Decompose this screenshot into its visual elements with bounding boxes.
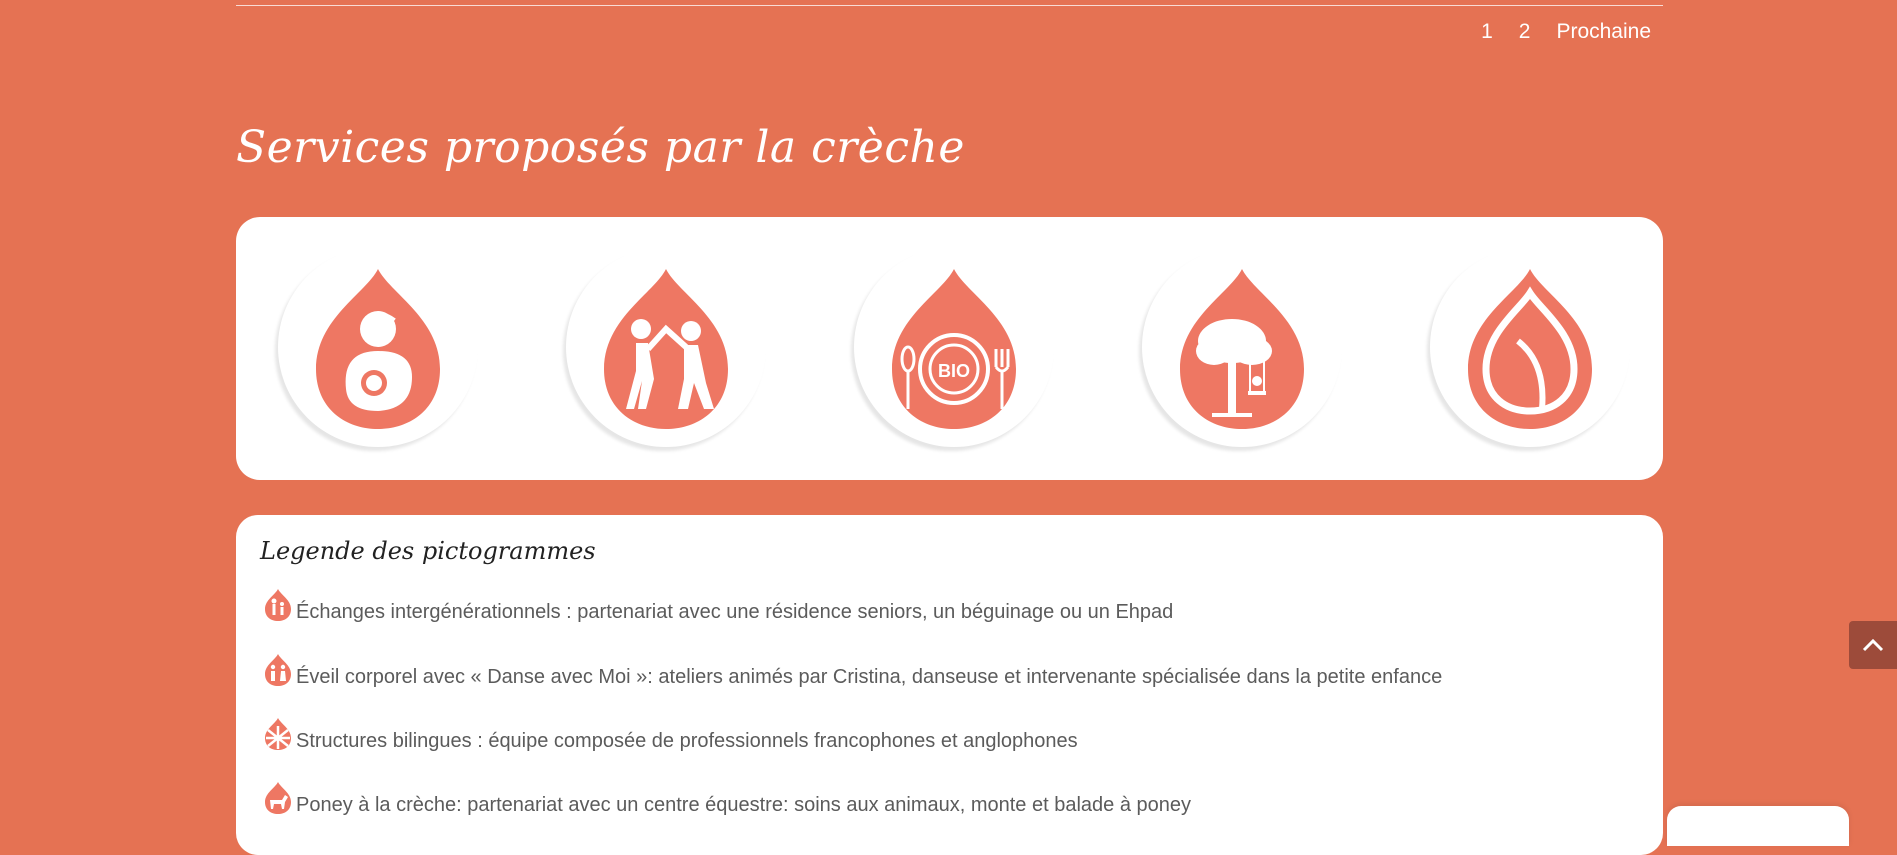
legend-card: Legende des pictogrammes Échanges interg…: [236, 515, 1663, 855]
services-title: Services proposés par la crèche: [236, 122, 965, 173]
scroll-to-top-button[interactable]: [1849, 621, 1897, 669]
legend-text: Échanges intergénérationnels : partenari…: [296, 601, 1174, 623]
legend-text: Structures bilingues : équipe composée d…: [296, 730, 1078, 752]
service-tile-tree-swing[interactable]: [1142, 247, 1342, 447]
service-tile-leaf[interactable]: [1430, 247, 1630, 447]
legend-text: Poney à la crèche: partenariat avec un c…: [296, 794, 1191, 816]
service-tile-breastfeeding[interactable]: [278, 247, 478, 447]
legend-item: Poney à la crèche: partenariat avec un c…: [264, 782, 1191, 817]
service-tile-dance[interactable]: [566, 247, 766, 447]
chevron-up-icon: [1862, 638, 1884, 652]
next-page-link[interactable]: Prochaine: [1556, 20, 1651, 44]
pagination: 1 2 Prochaine: [1481, 20, 1651, 44]
page-2-link[interactable]: 2: [1519, 20, 1531, 44]
organic-meal-icon: BIO: [892, 269, 1016, 429]
legend-item: Structures bilingues : équipe composée d…: [264, 718, 1078, 753]
legend-item: Échanges intergénérationnels : partenari…: [264, 589, 1174, 624]
intergenerational-icon: [265, 589, 291, 621]
services-icons-card: BIO: [236, 217, 1663, 480]
tree-swing-icon: [1180, 269, 1304, 429]
legend-text: Éveil corporel avec « Danse avec Moi »: …: [296, 666, 1443, 688]
legend-item: Éveil corporel avec « Danse avec Moi »: …: [264, 654, 1443, 689]
uk-flag-icon: [265, 718, 291, 750]
chat-widget-tab[interactable]: [1667, 806, 1849, 846]
page-1-link[interactable]: 1: [1481, 20, 1493, 44]
svg-text:BIO: BIO: [938, 361, 970, 381]
dance-icon: [604, 269, 728, 429]
pony-icon: [265, 782, 291, 814]
leaf-icon: [1468, 269, 1592, 429]
breastfeeding-icon: [316, 269, 440, 429]
legend-title: Legende des pictogrammes: [260, 537, 596, 565]
dance-icon: [265, 654, 291, 686]
service-tile-organic-meal[interactable]: BIO: [854, 247, 1054, 447]
top-divider: [236, 5, 1663, 6]
